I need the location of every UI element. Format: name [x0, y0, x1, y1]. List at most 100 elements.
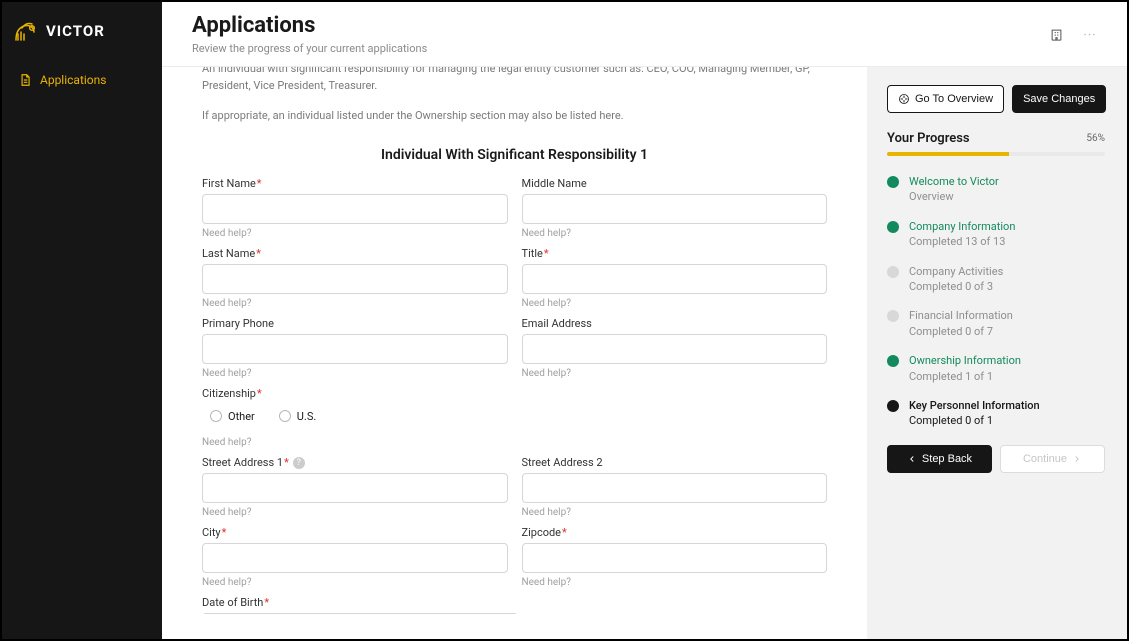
progress-step[interactable]: Company InformationCompleted 13 of 13	[887, 219, 1105, 250]
progress-bar	[887, 152, 1105, 156]
step-text: Welcome to VictorOverview	[909, 174, 999, 205]
radio-icon	[279, 410, 291, 422]
field-middle-name: Middle Name Need help?	[522, 177, 828, 239]
citizenship-options: Other U.S.	[210, 410, 827, 423]
step-subtitle: Completed 0 of 3	[909, 279, 1003, 294]
page-subtitle: Review the progress of your current appl…	[192, 42, 427, 55]
help-middle-name[interactable]: Need help?	[522, 228, 828, 239]
step-subtitle: Completed 1 of 1	[909, 369, 1021, 384]
label-title: Title*	[522, 247, 828, 260]
logo-icon	[12, 18, 40, 44]
action-buttons: Go To Overview Save Changes	[887, 85, 1105, 113]
help-city[interactable]: Need help?	[202, 577, 508, 588]
field-zipcode: Zipcode* Need help?	[522, 526, 828, 588]
input-zipcode[interactable]	[522, 543, 828, 573]
input-street1[interactable]	[202, 473, 508, 503]
form-panel: An individual with significant responsib…	[162, 67, 867, 639]
progress-step[interactable]: Ownership InformationCompleted 1 of 1	[887, 353, 1105, 384]
help-citizenship[interactable]: Need help?	[202, 437, 827, 448]
input-dob[interactable]	[202, 613, 518, 614]
label-last-name: Last Name*	[202, 247, 508, 260]
help-first-name[interactable]: Need help?	[202, 228, 508, 239]
step-title: Financial Information	[909, 308, 1013, 323]
field-title: Title* Need help?	[522, 247, 828, 309]
info-icon[interactable]: ?	[293, 457, 305, 469]
input-primary-phone[interactable]	[202, 334, 508, 364]
step-subtitle: Completed 13 of 13	[909, 234, 1015, 249]
help-zipcode[interactable]: Need help?	[522, 577, 828, 588]
building-icon[interactable]	[1049, 27, 1064, 42]
label-first-name: First Name*	[202, 177, 508, 190]
step-title: Ownership Information	[909, 353, 1021, 368]
input-first-name[interactable]	[202, 194, 508, 224]
help-last-name[interactable]: Need help?	[202, 298, 508, 309]
step-text: Company ActivitiesCompleted 0 of 3	[909, 264, 1003, 295]
continue-button[interactable]: Continue	[1000, 445, 1105, 473]
field-last-name: Last Name* Need help?	[202, 247, 508, 309]
step-title: Company Information	[909, 219, 1015, 234]
progress-step[interactable]: Financial InformationCompleted 0 of 7	[887, 308, 1105, 339]
label-street1: Street Address 1*?	[202, 456, 508, 469]
left-sidebar: VICTOR Applications	[2, 2, 162, 639]
logo-text: VICTOR	[46, 22, 105, 40]
label-primary-phone: Primary Phone	[202, 317, 508, 330]
header-left: Applications Review the progress of your…	[192, 13, 427, 55]
save-changes-button[interactable]: Save Changes	[1012, 85, 1106, 113]
field-dob: Date of Birth* Need help?	[202, 596, 827, 614]
page-title: Applications	[192, 13, 427, 38]
field-primary-phone: Primary Phone Need help?	[202, 317, 508, 379]
step-text: Key Personnel InformationCompleted 0 of …	[909, 398, 1040, 429]
progress-step[interactable]: Key Personnel InformationCompleted 0 of …	[887, 398, 1105, 429]
input-last-name[interactable]	[202, 264, 508, 294]
content-inner: An individual with significant responsib…	[162, 67, 1127, 639]
step-dot-icon	[887, 400, 899, 412]
label-street2: Street Address 2	[522, 456, 828, 469]
go-overview-button[interactable]: Go To Overview	[887, 85, 1004, 113]
input-street2[interactable]	[522, 473, 828, 503]
progress-percent: 56%	[1086, 133, 1105, 144]
intro-text-2: If appropriate, an individual listed und…	[202, 108, 827, 125]
field-first-name: First Name* Need help?	[202, 177, 508, 239]
help-street2[interactable]: Need help?	[522, 507, 828, 518]
step-dot-icon	[887, 176, 899, 188]
field-street1: Street Address 1*? Need help?	[202, 456, 508, 518]
radio-icon	[210, 410, 222, 422]
page-header: Applications Review the progress of your…	[162, 2, 1127, 67]
step-back-button[interactable]: Step Back	[887, 445, 992, 473]
field-citizenship: Citizenship* Other U.S.	[202, 387, 827, 448]
progress-bar-fill	[887, 152, 1009, 156]
radio-citizenship-us[interactable]: U.S.	[279, 410, 316, 423]
step-subtitle: Overview	[909, 189, 999, 204]
help-email[interactable]: Need help?	[522, 368, 828, 379]
label-city: City*	[202, 526, 508, 539]
label-zipcode: Zipcode*	[522, 526, 828, 539]
step-subtitle: Completed 0 of 7	[909, 324, 1013, 339]
help-street1[interactable]: Need help?	[202, 507, 508, 518]
compass-icon	[898, 93, 910, 105]
progress-header: Your Progress 56%	[887, 131, 1105, 146]
sidebar-item-applications[interactable]: Applications	[10, 64, 154, 96]
progress-step[interactable]: Company ActivitiesCompleted 0 of 3	[887, 264, 1105, 295]
header-right	[1049, 27, 1097, 42]
field-city: City* Need help?	[202, 526, 508, 588]
logo: VICTOR	[2, 2, 162, 64]
progress-title: Your Progress	[887, 131, 970, 146]
step-dot-icon	[887, 221, 899, 233]
intro-text-1: An individual with significant responsib…	[202, 67, 827, 94]
step-title: Key Personnel Information	[909, 398, 1040, 413]
label-dob: Date of Birth*	[202, 596, 827, 609]
progress-step[interactable]: Welcome to VictorOverview	[887, 174, 1105, 205]
label-citizenship: Citizenship*	[202, 387, 827, 400]
step-title: Welcome to Victor	[909, 174, 999, 189]
input-title[interactable]	[522, 264, 828, 294]
input-middle-name[interactable]	[522, 194, 828, 224]
input-city[interactable]	[202, 543, 508, 573]
input-email[interactable]	[522, 334, 828, 364]
help-title[interactable]: Need help?	[522, 298, 828, 309]
document-icon	[18, 73, 32, 87]
sidebar-nav: Applications	[2, 64, 162, 96]
help-primary-phone[interactable]: Need help?	[202, 368, 508, 379]
radio-citizenship-other[interactable]: Other	[210, 410, 255, 423]
field-email: Email Address Need help?	[522, 317, 828, 379]
more-icon[interactable]	[1082, 27, 1097, 42]
